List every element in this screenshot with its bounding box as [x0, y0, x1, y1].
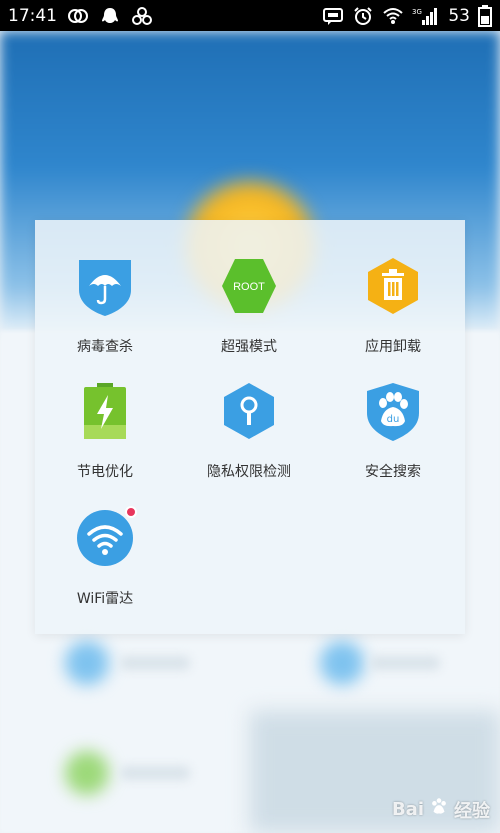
- tile-privacy-check[interactable]: 隐私权限检测: [184, 381, 314, 491]
- battery-charge-icon: [75, 381, 135, 441]
- tile-virus-scan[interactable]: 病毒查杀: [40, 256, 170, 366]
- status-time: 17:41: [8, 5, 57, 26]
- background-blob: [65, 641, 109, 685]
- fan-icon: [131, 6, 153, 26]
- tile-label: WiFi雷达: [76, 591, 134, 607]
- watermark-text-2: 经验: [454, 800, 490, 822]
- tile-app-uninstall[interactable]: 应用卸载: [328, 256, 458, 366]
- tile-label: 节电优化: [77, 464, 133, 480]
- baidu-shield-icon: du: [363, 381, 423, 441]
- battery-level: 53: [448, 5, 470, 26]
- message-icon: [322, 6, 344, 26]
- root-icon-text: ROOT: [233, 281, 265, 293]
- circles-icon: [67, 6, 89, 26]
- trash-hexagon-icon: [363, 256, 423, 316]
- keyhole-hexagon-icon: [219, 381, 279, 441]
- baidu-jingyan-watermark: Bai 经验: [392, 796, 490, 823]
- signal-icon: 3G: [412, 6, 440, 26]
- background-text: [120, 656, 190, 670]
- paw-icon: [428, 796, 450, 823]
- alarm-icon: [352, 6, 374, 26]
- watermark-text: Bai: [391, 799, 424, 820]
- tile-safe-search[interactable]: du 安全搜索: [328, 381, 458, 491]
- background-text: [120, 766, 190, 780]
- background-blob: [65, 751, 109, 795]
- notification-badge: [125, 506, 137, 518]
- root-hexagon-icon: ROOT: [219, 256, 279, 316]
- umbrella-shield-icon: [75, 256, 135, 316]
- tile-label: 超强模式: [221, 339, 277, 355]
- wifi-radar-icon: [75, 506, 137, 568]
- tile-root-mode[interactable]: ROOT 超强模式: [184, 256, 314, 366]
- tile-label: 安全搜索: [365, 464, 421, 480]
- tile-label: 隐私权限检测: [207, 464, 291, 480]
- background-blob: [320, 641, 364, 685]
- wifi-icon: [382, 6, 404, 26]
- network-type: 3G: [412, 8, 422, 16]
- background-text: [370, 656, 440, 670]
- tile-label: 应用卸载: [365, 339, 421, 355]
- battery-icon: [478, 4, 492, 27]
- tile-wifi-radar[interactable]: WiFi雷达: [40, 506, 170, 618]
- tile-label: 病毒查杀: [77, 339, 133, 355]
- du-icon-text: du: [387, 414, 400, 425]
- tile-power-saving[interactable]: 节电优化: [40, 381, 170, 491]
- qq-icon: [99, 6, 121, 26]
- status-bar: 17:41 3G 53: [0, 0, 500, 31]
- tools-panel: 病毒查杀 ROOT 超强模式 应用卸载 节电优化 隐私权限检测 du 安全搜索 …: [35, 220, 465, 634]
